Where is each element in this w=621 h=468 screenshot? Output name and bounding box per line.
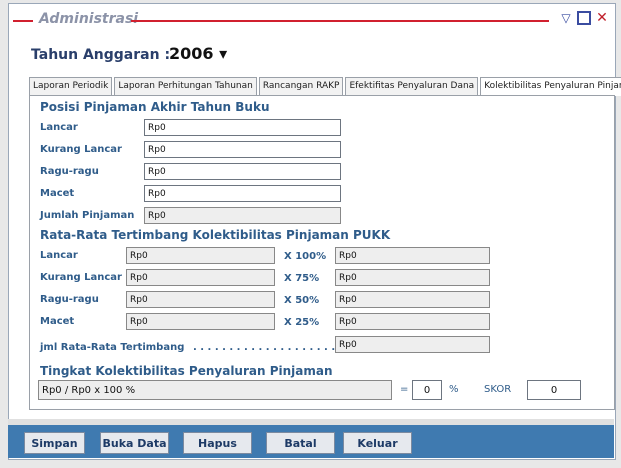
rata-label-lancar: Lancar bbox=[40, 250, 78, 261]
hapus-button[interactable]: Hapus bbox=[183, 432, 252, 454]
posisi-label-ragu-ragu: Ragu-ragu bbox=[40, 166, 99, 177]
posisi-label-jumlah: Jumlah Pinjaman bbox=[40, 210, 135, 221]
year-select[interactable]: 2006 ▾ bbox=[169, 44, 227, 63]
posisi-label-macet: Macet bbox=[40, 188, 75, 199]
simpan-button[interactable]: Simpan bbox=[24, 432, 85, 454]
rata-result-macet: Rp0 bbox=[335, 313, 490, 330]
keluar-button[interactable]: Keluar bbox=[343, 432, 412, 454]
tab-panel: Posisi Pinjaman Akhir Tahun Buku Lancar … bbox=[29, 95, 615, 410]
posisi-input-ragu-ragu[interactable]: Rp0 bbox=[144, 163, 341, 180]
button-bar: Simpan Buka Data Hapus Batal Keluar bbox=[8, 425, 614, 458]
main-window: Administrasi ▽ ✕ Tahun Anggaran : 2006 ▾… bbox=[8, 3, 621, 460]
rata-total-label: jml Rata-Rata Tertimbang bbox=[40, 342, 185, 353]
rata-mult-lancar: X 100% bbox=[284, 251, 327, 262]
rata-mult-macet: X 25% bbox=[284, 317, 320, 328]
posisi-label-lancar: Lancar bbox=[40, 122, 78, 133]
rata-mult-ragu-ragu: X 50% bbox=[284, 295, 320, 306]
rata-total-value: Rp0 bbox=[335, 336, 490, 353]
skor-label: SKOR bbox=[484, 384, 512, 395]
posisi-input-macet[interactable]: Rp0 bbox=[144, 185, 341, 202]
title-line-right bbox=[131, 20, 549, 22]
minimize-icon[interactable]: ▽ bbox=[559, 11, 573, 25]
tingkat-section-title: Tingkat Kolektibilitas Penyaluran Pinjam… bbox=[40, 364, 333, 378]
rata-mult-kurang-lancar: X 75% bbox=[284, 273, 320, 284]
rata-label-ragu-ragu: Ragu-ragu bbox=[40, 294, 99, 305]
batal-button[interactable]: Batal bbox=[266, 432, 335, 454]
rata-result-lancar: Rp0 bbox=[335, 247, 490, 264]
buka-data-button[interactable]: Buka Data bbox=[100, 432, 169, 454]
posisi-jumlah-value: Rp0 bbox=[144, 207, 341, 224]
tingkat-formula: Rp0 / Rp0 x 100 % bbox=[38, 380, 392, 400]
title-bar: Administrasi ▽ ✕ bbox=[9, 4, 615, 34]
rata-value-macet: Rp0 bbox=[126, 313, 275, 330]
posisi-label-kurang-lancar: Kurang Lancar bbox=[40, 144, 122, 155]
tahun-anggaran-label: Tahun Anggaran : bbox=[31, 47, 171, 63]
rata-label-kurang-lancar: Kurang Lancar bbox=[40, 272, 122, 283]
rata-value-ragu-ragu: Rp0 bbox=[126, 291, 275, 308]
rata-label-macet: Macet bbox=[40, 316, 75, 327]
tingkat-equals: = bbox=[400, 384, 409, 395]
close-icon[interactable]: ✕ bbox=[595, 11, 609, 25]
posisi-input-kurang-lancar[interactable]: Rp0 bbox=[144, 141, 341, 158]
tab-efektifitas-penyaluran-dana[interactable]: Efektifitas Penyaluran Dana bbox=[345, 77, 479, 95]
rata-total-dots: . . . . . . . . . . . . . . . . . . . . … bbox=[193, 342, 343, 353]
rata-value-lancar: Rp0 bbox=[126, 247, 275, 264]
rata-section-title: Rata-Rata Tertimbang Kolektibilitas Pinj… bbox=[40, 228, 391, 242]
rata-result-ragu-ragu: Rp0 bbox=[335, 291, 490, 308]
tab-laporan-periodik[interactable]: Laporan Periodik bbox=[29, 77, 113, 95]
title-line-left bbox=[13, 20, 33, 22]
tab-kolektibilitas-penyaluran-pinjaman[interactable]: Kolektibilitas Penyaluran Pinjaman bbox=[480, 77, 621, 96]
rata-result-kurang-lancar: Rp0 bbox=[335, 269, 490, 286]
posisi-section-title: Posisi Pinjaman Akhir Tahun Buku bbox=[40, 100, 270, 114]
tingkat-percent-value: 0 bbox=[412, 380, 442, 400]
tab-laporan-perhitungan-tahunan[interactable]: Laporan Perhitungan Tahunan bbox=[114, 77, 257, 95]
skor-value: 0 bbox=[527, 380, 581, 400]
tab-rancangan-rakp[interactable]: Rancangan RAKP bbox=[258, 77, 344, 95]
maximize-icon[interactable] bbox=[577, 11, 591, 25]
posisi-input-lancar[interactable]: Rp0 bbox=[144, 119, 341, 136]
tingkat-percent-sign: % bbox=[449, 384, 459, 395]
window-title: Administrasi bbox=[39, 11, 139, 27]
tab-bar: Laporan Periodik Laporan Perhitungan Tah… bbox=[29, 77, 621, 96]
rata-value-kurang-lancar: Rp0 bbox=[126, 269, 275, 286]
window-controls: ▽ ✕ bbox=[559, 11, 609, 25]
